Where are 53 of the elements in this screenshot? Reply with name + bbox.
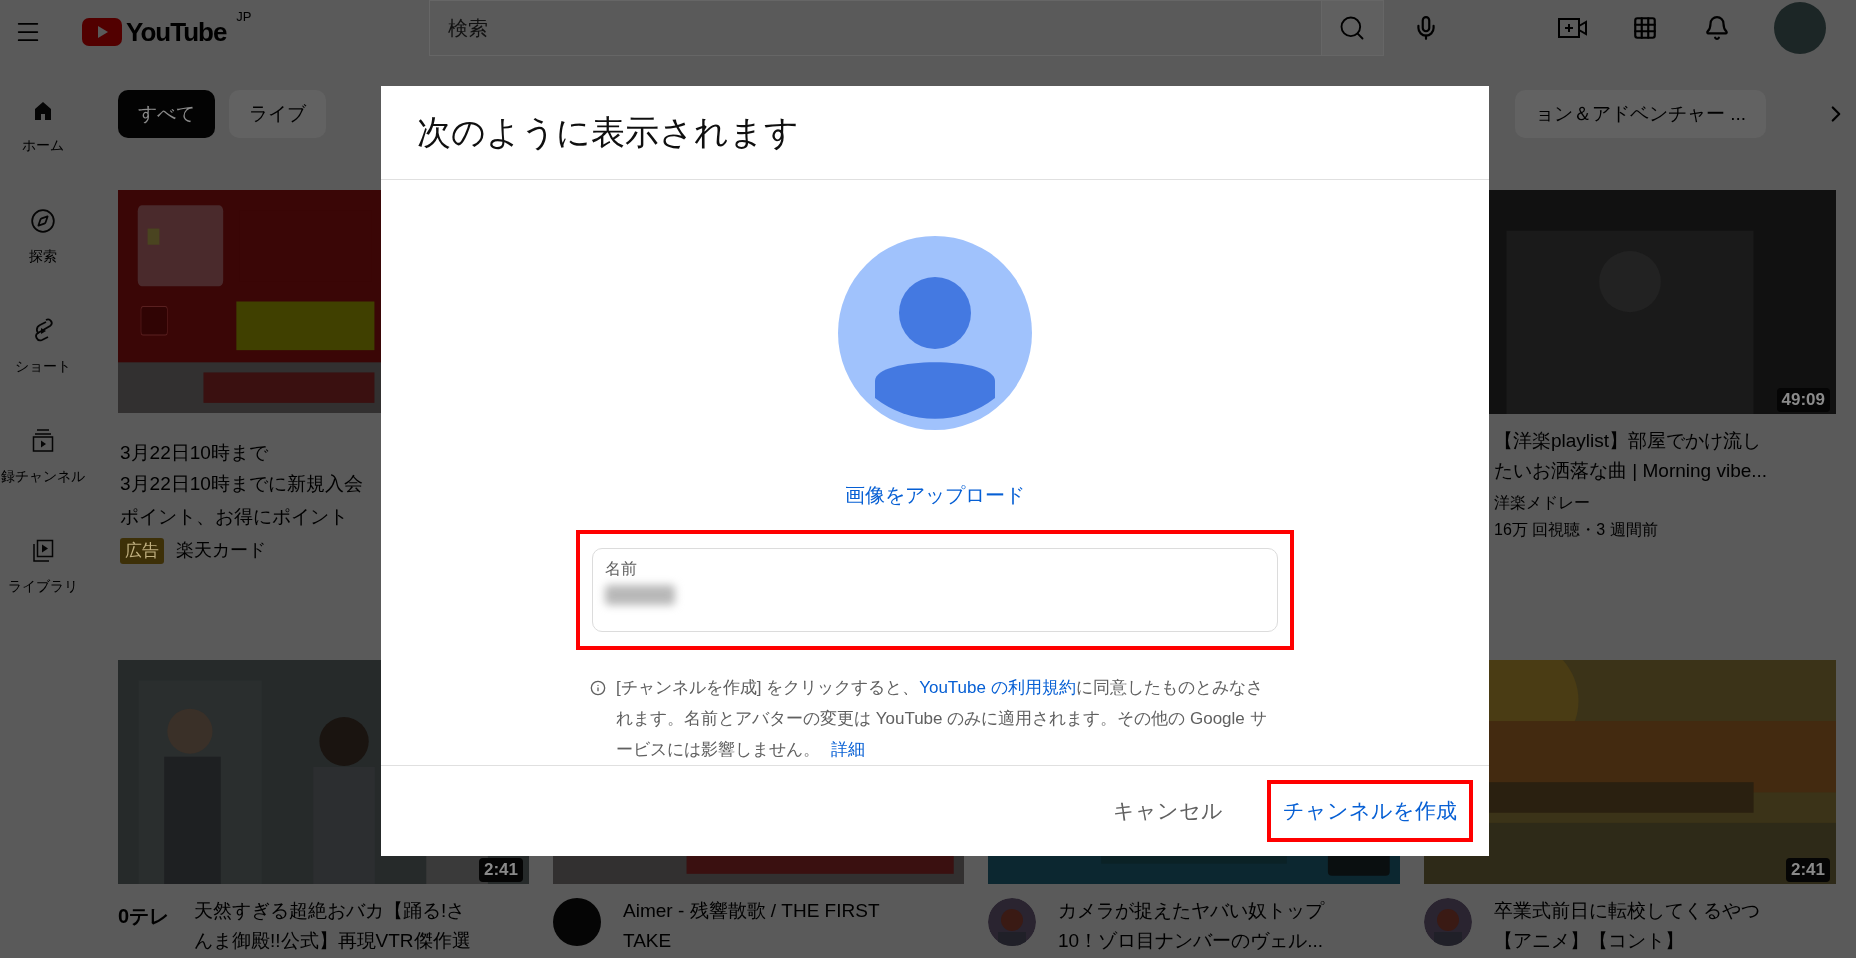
terms-link[interactable]: YouTube の利用規約 [919, 678, 1076, 698]
account-avatar-icon[interactable] [1774, 2, 1826, 54]
channel-name[interactable]: 洋楽メドレー [1494, 490, 1768, 516]
terms-notice: [チャンネルを作成] をクリックすると、YouTube の利用規約に同意したものとみなされます。名前とアバターの変更は YouTube のみに適用されます。その他の Google サービスには影響しません。 詳細 [616, 677, 1268, 762]
redacted-value [605, 585, 675, 606]
search-field[interactable]: 検索 [428, 0, 1322, 56]
search-button[interactable] [1321, 0, 1384, 56]
sidebar-item[interactable]: ライブラリ [0, 512, 86, 622]
video-title-line[interactable]: んま御殿!!公式】再現VTR傑作選 [194, 926, 471, 956]
field-label: 名前 [605, 559, 638, 580]
video-title-line[interactable]: 卒業式前日に転校してくるやつ [1494, 896, 1760, 926]
sidebar-item[interactable]: 探索 [0, 182, 86, 292]
video-title-line[interactable]: 【アニメ】【コント】 [1494, 926, 1760, 956]
ad-description-line: 3月22日10時までに新規入会 [120, 472, 364, 496]
advertiser-name[interactable]: 楽天カード [176, 537, 266, 564]
duration-badge: 2:41 [478, 858, 523, 882]
logo-text[interactable]: YouTube [126, 12, 227, 52]
channel-logo[interactable]: 0テレ [118, 896, 172, 956]
ad-description-line: ポイント、お得にポイント [120, 505, 349, 529]
video-title-line[interactable]: たいお洒落な曲 | Morning vibe... [1494, 456, 1768, 486]
compass-icon [30, 207, 56, 234]
sidebar-item[interactable]: 録チャンネル [0, 402, 86, 512]
subscriptions-icon [31, 427, 55, 454]
info-icon [590, 680, 606, 697]
category-chip[interactable]: ライブ [229, 90, 326, 138]
video-plus-icon [1558, 16, 1588, 40]
upload-image-link[interactable]: 画像をアップロード [845, 480, 1025, 511]
bell-icon [1704, 15, 1730, 41]
dialog-title: 次のように表示されます [417, 112, 799, 154]
library-icon [31, 537, 55, 564]
avatar-placeholder-icon[interactable] [838, 236, 1032, 431]
cancel-button[interactable]: キャンセル [1097, 780, 1239, 843]
region-label: JP [236, 7, 252, 26]
logo-icon[interactable] [82, 18, 122, 46]
ad-badge: 広告 [120, 537, 164, 564]
duration-badge: 49:09 [1776, 388, 1830, 412]
category-chip[interactable]: ョン＆アドベンチャー ... [1514, 90, 1766, 138]
sidebar-item[interactable]: ショート [0, 292, 86, 402]
duration-badge: 2:41 [1785, 858, 1830, 882]
channel-avatar-icon[interactable] [553, 898, 601, 946]
create-channel-button[interactable]: チャンネルを作成 [1267, 780, 1473, 843]
sidebar-item[interactable]: ホーム [0, 72, 86, 182]
category-chip[interactable]: すべて [118, 90, 215, 138]
video-title-line[interactable]: 10！ゾロ目ナンバーのヴェル... [1058, 926, 1324, 956]
name-field[interactable]: 名前 [592, 548, 1278, 633]
video-title-line[interactable]: 天然すぎる超絶おバカ【踊る!さ [194, 896, 471, 926]
video-title-line[interactable]: Aimer - 残響散歌 / THE FIRST [623, 896, 880, 926]
video-title-line[interactable]: カメラが捉えたヤバい奴トップ [1058, 896, 1324, 926]
video-title-line[interactable]: TAKE [623, 926, 880, 956]
grid-icon [1632, 15, 1658, 41]
view-stats: 16万 回視聴・3 週間前 [1494, 520, 1659, 540]
details-link[interactable]: 詳細 [830, 740, 865, 760]
video-title-line[interactable]: 【洋楽playlist】部屋でかけ流し [1494, 426, 1768, 456]
